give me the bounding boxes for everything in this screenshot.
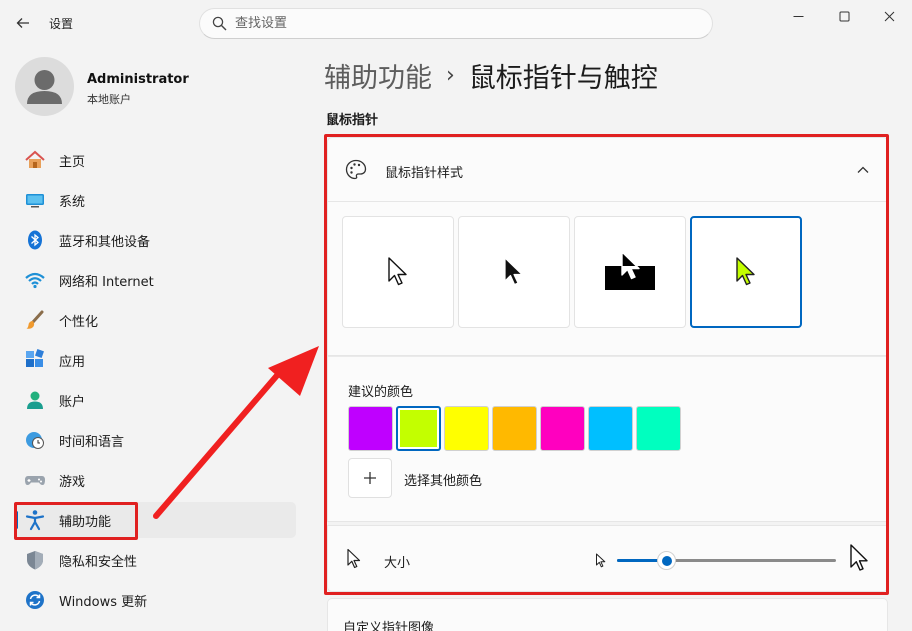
sidebar-item-personalization[interactable]: 个性化	[15, 302, 296, 338]
color-swatch-pink[interactable]	[540, 406, 585, 451]
search-box[interactable]	[199, 8, 713, 39]
pointer-style-white[interactable]	[342, 216, 454, 328]
palette-icon	[345, 159, 367, 180]
plus-icon	[364, 472, 376, 484]
custom-color-cursor-icon	[736, 257, 755, 286]
back-button[interactable]	[12, 12, 34, 34]
wifi-icon	[24, 269, 46, 291]
custom-pointer-image-label: 自定义指针图像	[343, 621, 435, 631]
pointer-size-row: 大小	[327, 525, 888, 592]
update-icon	[24, 589, 46, 611]
pointer-style-header[interactable]: 鼠标指针样式	[327, 137, 888, 202]
sidebar-item-label: Windows 更新	[59, 594, 148, 610]
pointer-style-options	[327, 202, 888, 356]
search-input[interactable]	[235, 16, 635, 31]
sidebar-item-home[interactable]: 主页	[15, 142, 296, 178]
pointer-size-label: 大小	[384, 556, 411, 571]
color-swatch-lime[interactable]	[396, 406, 441, 451]
inverted-cursor-icon	[605, 251, 655, 290]
white-cursor-icon	[388, 257, 407, 286]
system-icon	[24, 189, 46, 211]
shield-icon	[24, 549, 46, 571]
home-icon	[24, 149, 46, 171]
breadcrumb-separator: ›	[446, 63, 455, 88]
brush-icon	[24, 309, 46, 331]
pointer-style-label: 鼠标指针样式	[385, 166, 464, 181]
sidebar-item-label: 应用	[59, 354, 86, 370]
choose-other-color-label: 选择其他颜色	[404, 474, 483, 489]
sidebar-item-label: 游戏	[59, 474, 86, 490]
sidebar-item-gaming[interactable]: 游戏	[15, 462, 296, 498]
color-swatch-aqua[interactable]	[636, 406, 681, 451]
pointer-style-custom[interactable]	[690, 216, 802, 328]
pointer-style-inverted[interactable]	[574, 216, 686, 328]
suggested-colors-label: 建议的颜色	[348, 385, 414, 400]
choose-other-color-button[interactable]	[348, 458, 392, 498]
chevron-up-icon[interactable]	[855, 162, 871, 178]
sidebar-item-privacy[interactable]: 隐私和安全性	[15, 542, 296, 578]
pointer-size-slider[interactable]	[617, 551, 836, 570]
user-name: Administrator	[87, 72, 189, 87]
close-icon	[884, 11, 894, 21]
sidebar-item-time-language[interactable]: 时间和语言	[15, 422, 296, 458]
minimize-button[interactable]	[775, 2, 821, 30]
black-cursor-icon	[504, 257, 523, 286]
custom-pointer-image-row[interactable]: 自定义指针图像	[327, 598, 888, 631]
sidebar-item-accounts[interactable]: 账户	[15, 382, 296, 418]
account-type: 本地账户	[87, 93, 131, 106]
account-icon	[24, 389, 46, 411]
page-title: 鼠标指针与触控	[468, 63, 658, 94]
breadcrumb-parent[interactable]: 辅助功能	[324, 56, 432, 95]
slider-thumb[interactable]	[657, 551, 676, 570]
minimize-icon	[793, 15, 803, 17]
cursor-size-icon	[347, 548, 361, 569]
app-title: 设置	[49, 17, 74, 31]
large-cursor-icon	[850, 544, 868, 571]
avatar[interactable]	[15, 57, 74, 116]
search-icon	[212, 16, 227, 31]
sidebar-item-label: 蓝牙和其他设备	[59, 234, 151, 250]
breadcrumb: 辅助功能 › 鼠标指针与触控	[324, 56, 658, 95]
small-cursor-icon	[596, 553, 606, 568]
sidebar-item-system[interactable]: 系统	[15, 182, 296, 218]
close-button[interactable]	[866, 2, 912, 30]
maximize-button[interactable]	[821, 2, 867, 30]
sidebar-nav: 主页 系统 蓝牙和其他设备 网络和 Internet 个性化 应用 账户 时间和…	[15, 142, 296, 622]
sidebar-item-label: 网络和 Internet	[59, 274, 154, 290]
color-swatch-purple[interactable]	[348, 406, 393, 451]
sidebar-item-bluetooth[interactable]: 蓝牙和其他设备	[15, 222, 296, 258]
apps-icon	[24, 349, 46, 371]
sidebar-item-label: 主页	[59, 154, 86, 170]
sidebar-item-label: 账户	[59, 394, 86, 410]
bluetooth-icon	[24, 229, 46, 251]
color-swatch-sky-blue[interactable]	[588, 406, 633, 451]
gamepad-icon	[24, 469, 46, 491]
sidebar-item-apps[interactable]: 应用	[15, 342, 296, 378]
back-arrow-icon	[16, 18, 29, 28]
sidebar-item-label: 时间和语言	[59, 434, 125, 450]
clock-globe-icon	[24, 429, 46, 451]
color-swatch-orange[interactable]	[492, 406, 537, 451]
sidebar-item-windows-update[interactable]: Windows 更新	[15, 582, 296, 618]
maximize-icon	[839, 11, 849, 21]
title-bar: 设置	[0, 0, 912, 46]
accessibility-highlight-box	[14, 502, 138, 540]
pointer-style-black[interactable]	[458, 216, 570, 328]
sidebar-item-label: 系统	[59, 194, 86, 210]
sidebar-item-label: 个性化	[59, 314, 99, 330]
sidebar-item-network[interactable]: 网络和 Internet	[15, 262, 296, 298]
sidebar-item-label: 隐私和安全性	[59, 554, 138, 570]
section-label-mouse-pointer: 鼠标指针	[326, 113, 379, 128]
suggested-colors-panel: 建议的颜色 选择其他颜色	[327, 356, 888, 522]
user-silhouette-icon	[27, 70, 62, 104]
color-swatch-yellow[interactable]	[444, 406, 489, 451]
